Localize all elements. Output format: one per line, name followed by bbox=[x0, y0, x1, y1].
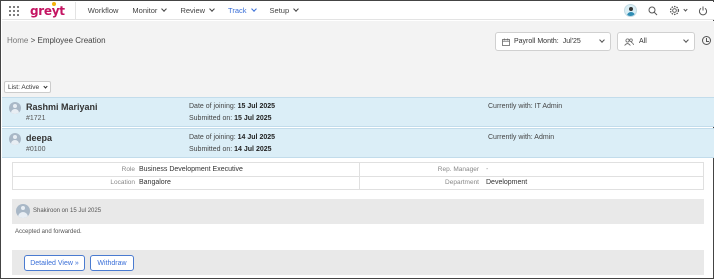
nav-divider bbox=[74, 1, 76, 20]
group-filter-value: All bbox=[639, 38, 647, 45]
action-bar: Detailed View » Withdraw bbox=[12, 250, 704, 275]
payroll-month-value: Jul'25 bbox=[562, 38, 581, 45]
currently-with: Currently with: IT Admin bbox=[488, 103, 563, 110]
employee-name: Rashmi Mariyani bbox=[26, 102, 98, 112]
employee-id: #0100 bbox=[26, 146, 46, 153]
withdraw-button[interactable]: Withdraw bbox=[90, 255, 134, 271]
employee-row[interactable]: deepa #0100 Date of joining: 14 Jul 2025… bbox=[2, 128, 714, 158]
detailed-view-button[interactable]: Detailed View » bbox=[24, 255, 85, 271]
location-label: Location bbox=[110, 179, 135, 186]
chevron-down-icon bbox=[683, 37, 689, 43]
group-filter-select[interactable]: All bbox=[617, 32, 695, 51]
list-filter-select[interactable]: List: Active bbox=[4, 81, 52, 93]
currently-with: Currently with: Admin bbox=[488, 134, 555, 141]
greyt-logo[interactable]: greyt bbox=[30, 1, 65, 18]
gear-icon bbox=[669, 5, 680, 16]
calendar-icon bbox=[502, 38, 510, 46]
chevron-down-icon bbox=[209, 6, 215, 12]
chevron-down-icon bbox=[683, 6, 688, 12]
chevron-down-icon bbox=[161, 6, 168, 12]
comment-header: Shakiroon on 15 Jul 2025 bbox=[12, 199, 704, 224]
history-icon[interactable] bbox=[702, 36, 711, 45]
rep-manager-label: Rep. Manager bbox=[437, 166, 479, 173]
user-avatar[interactable] bbox=[624, 4, 637, 17]
breadcrumb-separator: > bbox=[30, 36, 36, 45]
rep-manager-value: - bbox=[486, 166, 489, 173]
department-value: Development bbox=[486, 179, 528, 186]
breadcrumb-current: Employee Creation bbox=[37, 36, 106, 45]
app-frame: greyt Workflow Monitor Review Track Setu… bbox=[0, 0, 714, 279]
chevron-down-icon bbox=[599, 37, 605, 43]
employee-name: deepa bbox=[26, 133, 53, 143]
employee-avatar bbox=[9, 102, 21, 114]
location-value: Bangalore bbox=[139, 179, 171, 186]
nav-setup[interactable]: Setup bbox=[270, 6, 299, 15]
nav-workflow[interactable]: Workflow bbox=[88, 6, 119, 15]
commenter-avatar bbox=[16, 204, 30, 218]
top-nav: greyt Workflow Monitor Review Track Setu… bbox=[2, 1, 714, 20]
employee-details-table: Role Business Development Executive Rep.… bbox=[12, 162, 704, 190]
settings-menu[interactable] bbox=[669, 5, 688, 16]
submitted-date: Submitted on: 15 Jul 2025 bbox=[189, 115, 272, 122]
power-icon[interactable] bbox=[697, 5, 709, 17]
employee-row[interactable]: Rashmi Mariyani #1721 Date of joining: 1… bbox=[2, 97, 714, 127]
chevron-down-icon bbox=[43, 83, 48, 89]
employee-avatar bbox=[9, 133, 21, 145]
comment-author: Shakiroon on 15 Jul 2025 bbox=[33, 208, 102, 214]
list-filter-value: List: Active bbox=[8, 83, 40, 91]
page-header: Home > Employee Creation Payroll Month: … bbox=[2, 21, 714, 97]
nav-monitor[interactable]: Monitor bbox=[132, 6, 168, 15]
breadcrumb-home[interactable]: Home bbox=[7, 36, 28, 45]
search-icon[interactable] bbox=[647, 5, 659, 17]
divider bbox=[13, 176, 703, 177]
employee-id: #1721 bbox=[26, 115, 46, 122]
payroll-month-label: Payroll Month: bbox=[514, 38, 559, 45]
nav-track[interactable]: Track bbox=[228, 6, 257, 15]
comment-message: Accepted and forwarded. bbox=[15, 229, 82, 235]
role-value: Business Development Executive bbox=[139, 166, 243, 173]
submitted-date: Submitted on: 14 Jul 2025 bbox=[189, 146, 272, 153]
payroll-month-select[interactable]: Payroll Month: Jul'25 bbox=[495, 32, 611, 51]
joining-date: Date of joining: 14 Jul 2025 bbox=[189, 134, 276, 141]
apps-grid-icon[interactable] bbox=[6, 3, 22, 19]
role-label: Role bbox=[121, 166, 135, 173]
department-label: Department bbox=[445, 179, 479, 186]
nav-review[interactable]: Review bbox=[180, 6, 215, 15]
joining-date: Date of joining: 15 Jul 2025 bbox=[189, 103, 276, 110]
users-icon bbox=[624, 37, 634, 46]
chevron-down-icon bbox=[293, 6, 299, 12]
breadcrumb: Home > Employee Creation bbox=[7, 36, 106, 45]
chevron-down-icon bbox=[250, 6, 257, 12]
